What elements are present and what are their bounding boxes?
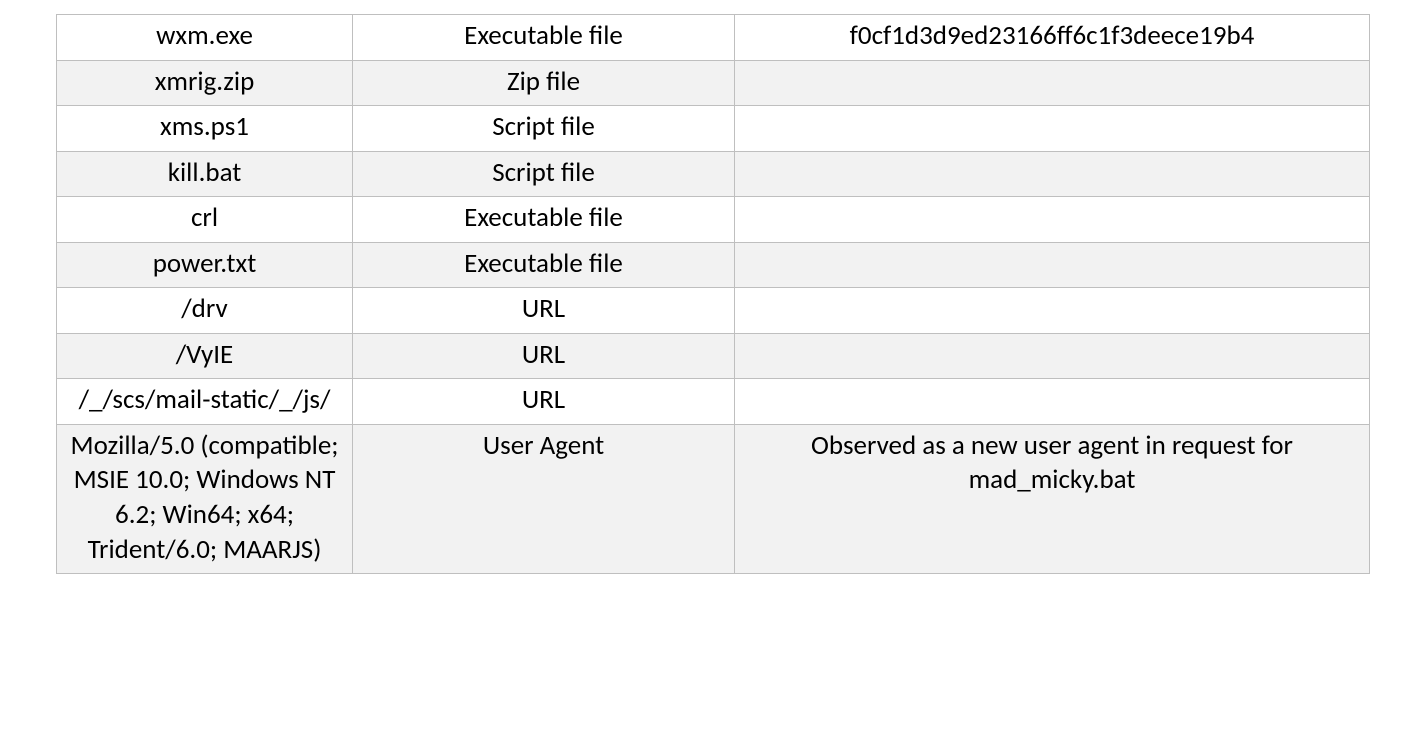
table-cell-text: /VyIE (176, 338, 234, 371)
cell-note: Observed as a new user agent in request … (735, 424, 1370, 573)
table-cell-text: xms.ps1 (160, 110, 249, 143)
table-cell-text: Mozilla/5.0 (compatible; MSIE 10.0; Wind… (70, 429, 338, 566)
table-row: Mozilla/5.0 (compatible; MSIE 10.0; Wind… (57, 424, 1370, 573)
cell-name: /_/scs/mail-static/_/js/ (57, 379, 353, 425)
cell-note (735, 106, 1370, 152)
table-cell-text: /drv (181, 292, 227, 325)
table-cell-text: Executable file (464, 247, 623, 280)
cell-type: URL (353, 288, 735, 334)
table-row: wxm.exe Executable file f0cf1d3d9ed23166… (57, 15, 1370, 61)
cell-name: xmrig.zip (57, 60, 353, 106)
cell-name: crl (57, 197, 353, 243)
cell-type: Executable file (353, 197, 735, 243)
table-row: /_/scs/mail-static/_/js/ URL (57, 379, 1370, 425)
table-cell-text: Script file (492, 156, 595, 189)
cell-type: URL (353, 379, 735, 425)
table-cell-text: Script file (492, 110, 595, 143)
table-row: xmrig.zip Zip file (57, 60, 1370, 106)
table-row: crl Executable file (57, 197, 1370, 243)
cell-note (735, 60, 1370, 106)
cell-type: Executable file (353, 242, 735, 288)
table-cell-text: URL (522, 383, 565, 416)
cell-note (735, 242, 1370, 288)
cell-note (735, 151, 1370, 197)
page: wxm.exe Executable file f0cf1d3d9ed23166… (0, 0, 1426, 588)
cell-type: Executable file (353, 15, 735, 61)
cell-note (735, 379, 1370, 425)
table-cell-text: Zip file (507, 65, 580, 98)
table-cell-text: f0cf1d3d9ed23166ff6c1f3deece19b4 (850, 19, 1255, 52)
table-cell-text: /_/scs/mail-static/_/js/ (79, 383, 331, 416)
cell-type: Script file (353, 106, 735, 152)
table-cell-text: Executable file (464, 201, 623, 234)
cell-note: f0cf1d3d9ed23166ff6c1f3deece19b4 (735, 15, 1370, 61)
cell-name: wxm.exe (57, 15, 353, 61)
table-cell-text: xmrig.zip (155, 65, 255, 98)
table-row: kill.bat Script file (57, 151, 1370, 197)
cell-type: URL (353, 333, 735, 379)
cell-type: User Agent (353, 424, 735, 573)
table-row: /drv URL (57, 288, 1370, 334)
cell-name: kill.bat (57, 151, 353, 197)
table-cell-text: wxm.exe (156, 19, 253, 52)
table-cell-text: User Agent (483, 429, 604, 462)
cell-type: Zip file (353, 60, 735, 106)
table-row: power.txt Executable file (57, 242, 1370, 288)
table-row: xms.ps1 Script file (57, 106, 1370, 152)
cell-name: /drv (57, 288, 353, 334)
table-cell-text: kill.bat (168, 156, 242, 189)
table-cell-text: crl (191, 201, 218, 234)
cell-note (735, 288, 1370, 334)
table-cell-text: URL (522, 338, 565, 371)
table-cell-text: power.txt (153, 247, 257, 280)
table-cell-text: Executable file (464, 19, 623, 52)
cell-name: power.txt (57, 242, 353, 288)
ioc-table: wxm.exe Executable file f0cf1d3d9ed23166… (56, 14, 1370, 574)
table-row: /VyIE URL (57, 333, 1370, 379)
cell-name: Mozilla/5.0 (compatible; MSIE 10.0; Wind… (57, 424, 353, 573)
cell-type: Script file (353, 151, 735, 197)
cell-name: xms.ps1 (57, 106, 353, 152)
cell-note (735, 333, 1370, 379)
table-cell-text: URL (522, 292, 565, 325)
cell-note (735, 197, 1370, 243)
table-cell-text: Observed as a new user agent in request … (811, 429, 1293, 497)
cell-name: /VyIE (57, 333, 353, 379)
